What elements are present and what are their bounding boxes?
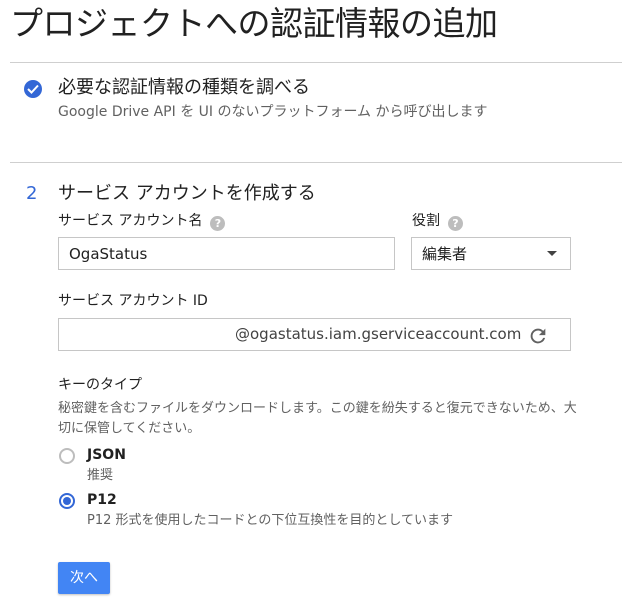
account-name-label-row: サービス アカウント名?	[58, 212, 226, 231]
step2-title: サービス アカウントを作成する	[58, 183, 316, 204]
next-button[interactable]: 次へ	[58, 562, 110, 594]
page-title: プロジェクトへの認証情報の追加	[10, 4, 498, 43]
p12-radio[interactable]	[59, 493, 75, 509]
help-icon[interactable]: ?	[448, 216, 463, 231]
refresh-icon[interactable]	[527, 325, 549, 347]
step1-title[interactable]: 必要な認証情報の種類を調べる	[58, 76, 310, 100]
chevron-down-icon	[547, 251, 557, 256]
p12-radio-description: P12 形式を使用したコードとの下位互換性を目的としています	[87, 513, 453, 528]
account-name-input[interactable]: OgaStatus	[58, 237, 395, 270]
help-icon[interactable]: ?	[210, 216, 226, 231]
json-radio-description: 推奨	[87, 468, 114, 483]
account-name-label: サービス アカウント名	[58, 213, 203, 229]
top-divider	[10, 62, 622, 63]
json-radio[interactable]	[59, 448, 75, 464]
account-id-suffix: @ogastatus.iam.gserviceaccount.com	[235, 325, 522, 343]
role-label-row: 役割?	[412, 212, 463, 231]
account-id-label: サービス アカウント ID	[58, 293, 208, 309]
json-radio-label[interactable]: JSON	[87, 446, 126, 464]
role-label: 役割	[412, 213, 440, 229]
role-select[interactable]: 編集者	[411, 237, 571, 270]
role-select-value: 編集者	[422, 245, 468, 263]
check-circle-icon	[24, 80, 42, 98]
key-type-description: 秘密鍵を含むファイルをダウンロードします。この鍵を紛失すると復元できないため、大…	[58, 401, 577, 436]
step2-number: 2	[26, 183, 38, 204]
p12-radio-label[interactable]: P12	[87, 491, 117, 509]
step1-description: Google Drive API を UI のないプラットフォーム から呼び出し…	[58, 104, 488, 120]
step-divider	[10, 162, 622, 163]
key-type-label: キーのタイプ	[58, 377, 142, 393]
